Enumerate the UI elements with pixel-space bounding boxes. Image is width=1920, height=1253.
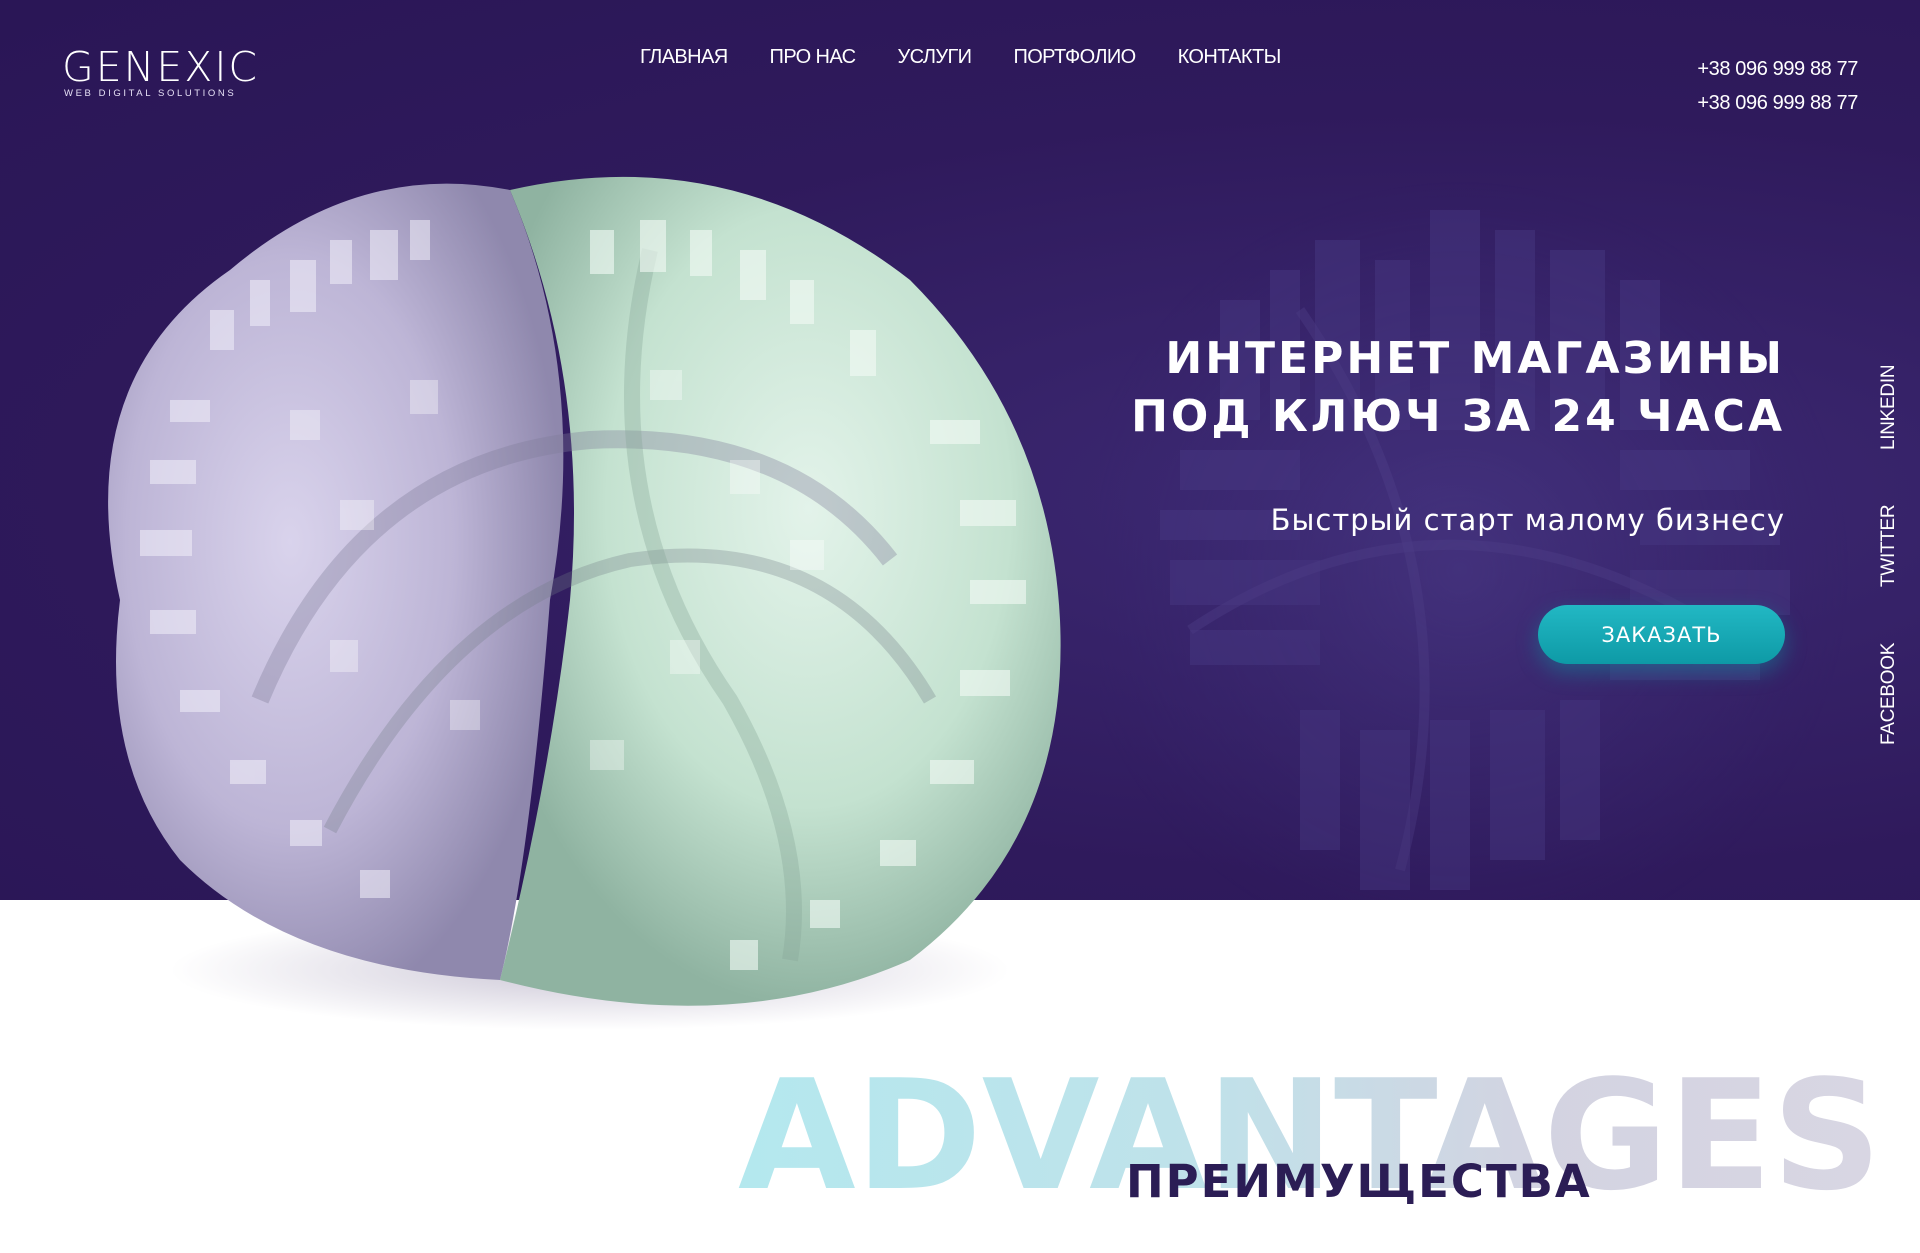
nav-item-services[interactable]: УСЛУГИ <box>898 46 973 69</box>
social-links: LINKEDIN TWITTER FACEBOOK <box>1878 0 1918 900</box>
city-sphere-illustration <box>108 176 1061 1030</box>
phone-number-2[interactable]: +38 096 999 88 77 <box>1697 86 1858 120</box>
social-link-linkedin[interactable]: LINKEDIN <box>1878 365 1900 450</box>
order-button[interactable]: ЗАКАЗАТЬ <box>1538 605 1785 664</box>
social-link-twitter[interactable]: TWITTER <box>1878 505 1900 587</box>
hero-subtitle: Быстрый старт малому бизнесу <box>1270 503 1785 537</box>
nav-item-home[interactable]: ГЛАВНАЯ <box>640 46 728 69</box>
nav-item-contacts[interactable]: КОНТАКТЫ <box>1178 46 1282 69</box>
hero-title-line-2: ПОД КЛЮЧ ЗА 24 ЧАСА <box>1131 391 1785 442</box>
phone-numbers: +38 096 999 88 77 +38 096 999 88 77 <box>1697 52 1858 120</box>
social-link-facebook[interactable]: FACEBOOK <box>1878 643 1900 745</box>
hero-title: ИНТЕРНЕТ МАГАЗИНЫ ПОД КЛЮЧ ЗА 24 ЧАСА <box>1131 330 1785 446</box>
nav-item-portfolio[interactable]: ПОРТФОЛИО <box>1013 46 1136 69</box>
main-nav: ГЛАВНАЯ ПРО НАС УСЛУГИ ПОРТФОЛИО КОНТАКТ… <box>640 46 1281 69</box>
advantages-heading: ПРЕИМУЩЕСТВА <box>1126 1155 1592 1208</box>
phone-number-1[interactable]: +38 096 999 88 77 <box>1697 52 1858 86</box>
hero-title-line-1: ИНТЕРНЕТ МАГАЗИНЫ <box>1165 333 1785 384</box>
nav-item-about[interactable]: ПРО НАС <box>770 46 857 69</box>
